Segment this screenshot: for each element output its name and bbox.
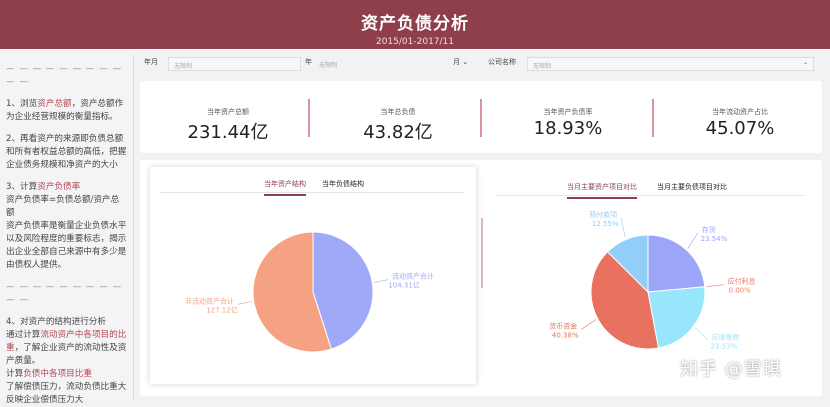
slice-value-label: 0.00% [729,287,752,295]
pie-slice[interactable] [647,234,706,293]
label-line [237,301,252,305]
slice-name-label: 货币资金 [549,321,577,330]
slice-value-label: 127.12亿 [206,305,238,314]
label-line [374,279,389,283]
slice-name-label: 非流动资产合计 [185,296,234,305]
label-line [706,284,724,287]
label-line [620,218,626,238]
pie-charts: 流动资产合计104.31亿非流动资产合计127.12亿 存货23.54% 应付利息0… [185,210,756,353]
slice-name-label: 应付利息 [728,277,756,286]
slice-name-label: 存货 [702,225,716,234]
label-line [694,327,709,341]
slice-value-label: 40.38% [552,331,579,339]
label-line [581,319,597,330]
slice-name-label: 应收账款 [712,332,740,341]
slice-name-label: 流动资产合计 [392,272,434,281]
slice-value-label: 104.31亿 [388,281,420,290]
slice-value-label: 23.53% [710,342,737,350]
slice-value-label: 12.55% [592,220,619,228]
slice-value-label: 23.54% [701,235,728,243]
watermark: 知乎 @雪琪 [680,359,782,380]
slice-name-label: 预付款项 [589,210,617,219]
label-line [687,232,699,249]
